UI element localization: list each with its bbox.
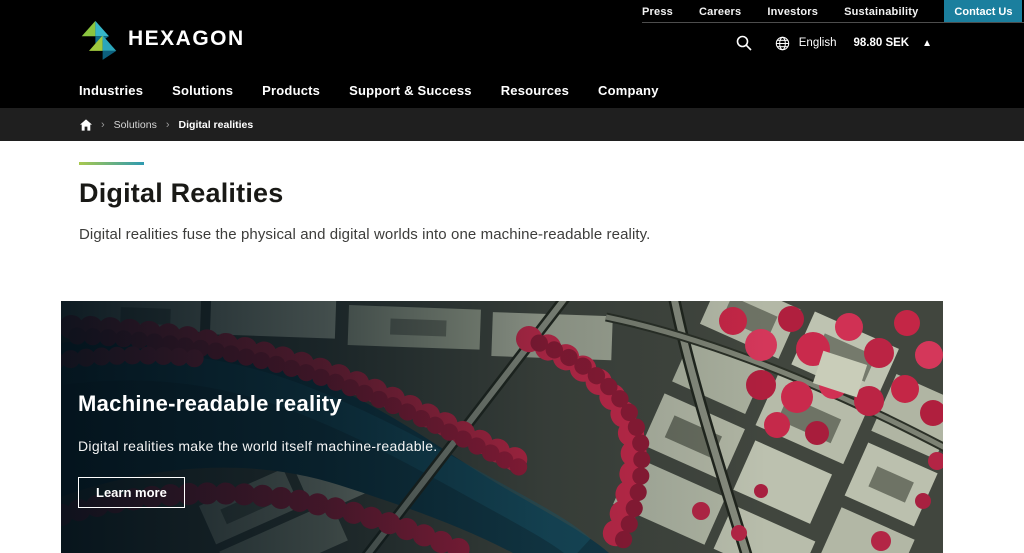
utility-link-careers[interactable]: Careers xyxy=(699,6,741,18)
search-icon[interactable] xyxy=(736,35,752,51)
language-selector[interactable]: English xyxy=(799,37,837,49)
utility-divider xyxy=(642,22,1024,23)
hero-banner: Machine-readable reality Digital realiti… xyxy=(61,301,943,553)
header-tools: English 98.80 SEK ▲ xyxy=(736,35,932,51)
hexagon-logo-icon xyxy=(81,20,117,60)
main-nav: Industries Solutions Products Support & … xyxy=(79,83,659,98)
utility-link-sustainability[interactable]: Sustainability xyxy=(844,6,918,18)
page-title: Digital Realities xyxy=(79,178,284,208)
page-intro: Digital realities fuse the physical and … xyxy=(79,226,651,243)
breadcrumb-solutions[interactable]: Solutions xyxy=(114,119,157,131)
nav-solutions[interactable]: Solutions xyxy=(172,83,233,98)
page-content: Digital Realities Digital realities fuse… xyxy=(0,162,1024,243)
chevron-right-icon: › xyxy=(101,118,105,131)
chevron-right-icon: › xyxy=(165,118,170,131)
accent-line xyxy=(79,162,144,165)
nav-products[interactable]: Products xyxy=(262,83,320,98)
nav-support-success[interactable]: Support & Success xyxy=(349,83,472,98)
utility-nav: Press Careers Investors Sustainability C… xyxy=(642,0,1023,23)
brand-name: HEXAGON xyxy=(128,27,245,50)
stock-up-icon: ▲ xyxy=(922,37,932,49)
hero-title: Machine-readable reality xyxy=(78,391,342,416)
contact-us-button[interactable]: Contact Us xyxy=(944,0,1023,23)
utility-link-investors[interactable]: Investors xyxy=(767,6,818,18)
hero-subtitle: Digital realities make the world itself … xyxy=(78,438,438,454)
stock-price[interactable]: 98.80 SEK xyxy=(853,37,909,49)
site-header: Press Careers Investors Sustainability C… xyxy=(0,0,1024,108)
home-icon[interactable] xyxy=(80,118,92,131)
hexagon-logo[interactable]: HEXAGON xyxy=(79,15,245,63)
nav-company[interactable]: Company xyxy=(598,83,659,98)
breadcrumb-current: Digital realities xyxy=(178,118,254,131)
hero-aerial-image xyxy=(61,301,943,553)
utility-link-press[interactable]: Press xyxy=(642,6,673,18)
nav-resources[interactable]: Resources xyxy=(501,83,569,98)
globe-icon[interactable] xyxy=(775,36,790,51)
breadcrumb: › Solutions › Digital realities xyxy=(0,108,1024,141)
learn-more-button[interactable]: Learn more xyxy=(78,477,185,508)
nav-industries[interactable]: Industries xyxy=(79,83,143,98)
